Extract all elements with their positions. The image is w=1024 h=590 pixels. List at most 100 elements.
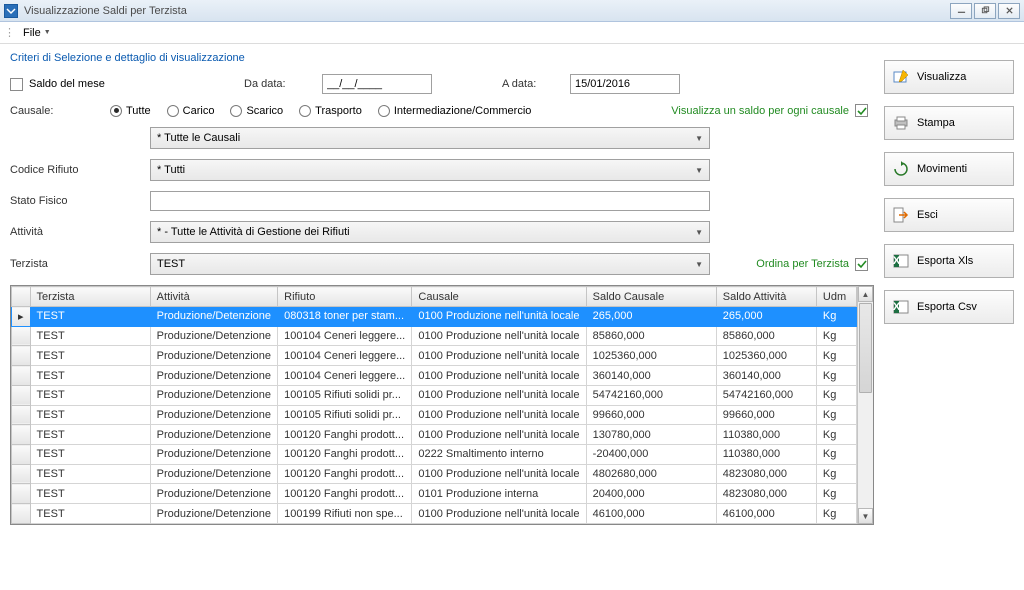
- edit-icon: [893, 69, 909, 85]
- scroll-down-arrow[interactable]: ▼: [858, 508, 873, 524]
- table-row[interactable]: TESTProduzione/Detenzione100120 Fanghi p…: [12, 445, 857, 465]
- visualizza-saldo-checkbox[interactable]: [855, 104, 868, 117]
- cell-terzista: TEST: [30, 425, 150, 445]
- cell-saldo_a: 99660,000: [716, 405, 816, 425]
- cell-saldo_c: 265,000: [586, 307, 716, 327]
- minimize-button[interactable]: [950, 3, 972, 19]
- esporta-csv-button[interactable]: X Esporta Csv: [884, 290, 1014, 324]
- movimenti-button[interactable]: Movimenti: [884, 152, 1014, 186]
- cell-attivita: Produzione/Detenzione: [150, 405, 277, 425]
- col-saldo-attivita[interactable]: Saldo Attività: [716, 287, 816, 307]
- radio-tutte[interactable]: Tutte: [110, 105, 151, 117]
- data-grid[interactable]: Terzista Attività Rifiuto Causale Saldo …: [10, 285, 874, 525]
- table-row[interactable]: TESTProduzione/Detenzione100104 Ceneri l…: [12, 346, 857, 366]
- cell-attivita: Produzione/Detenzione: [150, 366, 277, 386]
- cell-saldo_a: 360140,000: [716, 366, 816, 386]
- maximize-button[interactable]: [974, 3, 996, 19]
- radio-trasporto[interactable]: Trasporto: [299, 105, 362, 117]
- cell-attivita: Produzione/Detenzione: [150, 346, 277, 366]
- stampa-button[interactable]: Stampa: [884, 106, 1014, 140]
- table-row[interactable]: TESTProduzione/Detenzione100199 Rifiuti …: [12, 504, 857, 524]
- cell-attivita: Produzione/Detenzione: [150, 425, 277, 445]
- cell-rifiuto: 100199 Rifiuti non spe...: [278, 504, 412, 524]
- row-indicator: [12, 425, 31, 445]
- table-row[interactable]: ▸TESTProduzione/Detenzione080318 toner p…: [12, 307, 857, 327]
- a-data-input[interactable]: [570, 74, 680, 94]
- cell-causale: 0222 Smaltimento interno: [412, 445, 586, 465]
- file-menu[interactable]: File ▼: [17, 25, 57, 41]
- chevron-down-icon: ▼: [44, 29, 51, 36]
- ordina-terzista-checkbox[interactable]: [855, 258, 868, 271]
- table-row[interactable]: TESTProduzione/Detenzione100120 Fanghi p…: [12, 464, 857, 484]
- radio-intermed[interactable]: Intermediazione/Commercio: [378, 105, 532, 117]
- scroll-thumb[interactable]: [859, 303, 872, 393]
- cell-saldo_a: 4823080,000: [716, 464, 816, 484]
- cell-causale: 0100 Produzione nell'unità locale: [412, 346, 586, 366]
- app-icon: [4, 4, 18, 18]
- col-rifiuto[interactable]: Rifiuto: [278, 287, 412, 307]
- cell-causale: 0100 Produzione nell'unità locale: [412, 504, 586, 524]
- cell-rifiuto: 100120 Fanghi prodott...: [278, 445, 412, 465]
- close-button[interactable]: [998, 3, 1020, 19]
- da-data-input[interactable]: [322, 74, 432, 94]
- cell-rifiuto: 100120 Fanghi prodott...: [278, 484, 412, 504]
- causale-label: Causale:: [10, 105, 110, 117]
- cell-saldo_a: 1025360,000: [716, 346, 816, 366]
- cell-rifiuto: 100120 Fanghi prodott...: [278, 464, 412, 484]
- col-udm[interactable]: Udm: [816, 287, 856, 307]
- printer-icon: [893, 115, 909, 131]
- scroll-up-arrow[interactable]: ▲: [858, 286, 873, 302]
- visualizza-button[interactable]: Visualizza: [884, 60, 1014, 94]
- row-indicator: [12, 405, 31, 425]
- cell-udm: Kg: [816, 464, 856, 484]
- cell-causale: 0100 Produzione nell'unità locale: [412, 366, 586, 386]
- esci-button[interactable]: Esci: [884, 198, 1014, 232]
- menu-separator: ⋮: [4, 26, 15, 39]
- table-row[interactable]: TESTProduzione/Detenzione100104 Ceneri l…: [12, 366, 857, 386]
- col-attivita[interactable]: Attività: [150, 287, 277, 307]
- terzista-combo[interactable]: TEST ▼: [150, 253, 710, 275]
- col-terzista[interactable]: Terzista: [30, 287, 150, 307]
- codice-rifiuto-combo[interactable]: * Tutti ▼: [150, 159, 710, 181]
- col-saldo-causale[interactable]: Saldo Causale: [586, 287, 716, 307]
- row-indicator: [12, 445, 31, 465]
- cell-saldo_c: 20400,000: [586, 484, 716, 504]
- menu-bar: ⋮ File ▼: [0, 22, 1024, 44]
- cell-causale: 0100 Produzione nell'unità locale: [412, 464, 586, 484]
- cell-rifiuto: 100105 Rifiuti solidi pr...: [278, 385, 412, 405]
- col-causale[interactable]: Causale: [412, 287, 586, 307]
- cell-saldo_c: 360140,000: [586, 366, 716, 386]
- attivita-combo[interactable]: * - Tutte le Attività di Gestione dei Ri…: [150, 221, 710, 243]
- cell-terzista: TEST: [30, 346, 150, 366]
- cell-saldo_c: 130780,000: [586, 425, 716, 445]
- radio-scarico[interactable]: Scarico: [230, 105, 283, 117]
- attivita-label: Attività: [10, 226, 150, 238]
- row-header-col: [12, 287, 31, 307]
- table-row[interactable]: TESTProduzione/Detenzione100120 Fanghi p…: [12, 425, 857, 445]
- cell-terzista: TEST: [30, 504, 150, 524]
- causali-combo[interactable]: * Tutte le Causali ▼: [150, 127, 710, 149]
- cell-causale: 0100 Produzione nell'unità locale: [412, 385, 586, 405]
- cell-terzista: TEST: [30, 326, 150, 346]
- radio-carico[interactable]: Carico: [167, 105, 215, 117]
- cell-saldo_c: 46100,000: [586, 504, 716, 524]
- cell-saldo_c: 4802680,000: [586, 464, 716, 484]
- table-row[interactable]: TESTProduzione/Detenzione100105 Rifiuti …: [12, 385, 857, 405]
- cell-rifiuto: 100105 Rifiuti solidi pr...: [278, 405, 412, 425]
- refresh-icon: [893, 161, 909, 177]
- cell-attivita: Produzione/Detenzione: [150, 464, 277, 484]
- cell-saldo_a: 4823080,000: [716, 484, 816, 504]
- vertical-scrollbar[interactable]: ▲ ▼: [857, 286, 873, 524]
- stato-fisico-input[interactable]: [150, 191, 710, 211]
- table-row[interactable]: TESTProduzione/Detenzione100105 Rifiuti …: [12, 405, 857, 425]
- chevron-down-icon: ▼: [695, 228, 703, 237]
- table-row[interactable]: TESTProduzione/Detenzione100104 Ceneri l…: [12, 326, 857, 346]
- cell-terzista: TEST: [30, 307, 150, 327]
- codice-rifiuto-value: * Tutti: [157, 164, 185, 176]
- saldo-mese-checkbox[interactable]: [10, 78, 23, 91]
- esporta-xls-button[interactable]: X Esporta Xls: [884, 244, 1014, 278]
- visualizza-saldo-label: Visualizza un saldo per ogni causale: [671, 105, 849, 117]
- cell-attivita: Produzione/Detenzione: [150, 484, 277, 504]
- cell-udm: Kg: [816, 307, 856, 327]
- table-row[interactable]: TESTProduzione/Detenzione100120 Fanghi p…: [12, 484, 857, 504]
